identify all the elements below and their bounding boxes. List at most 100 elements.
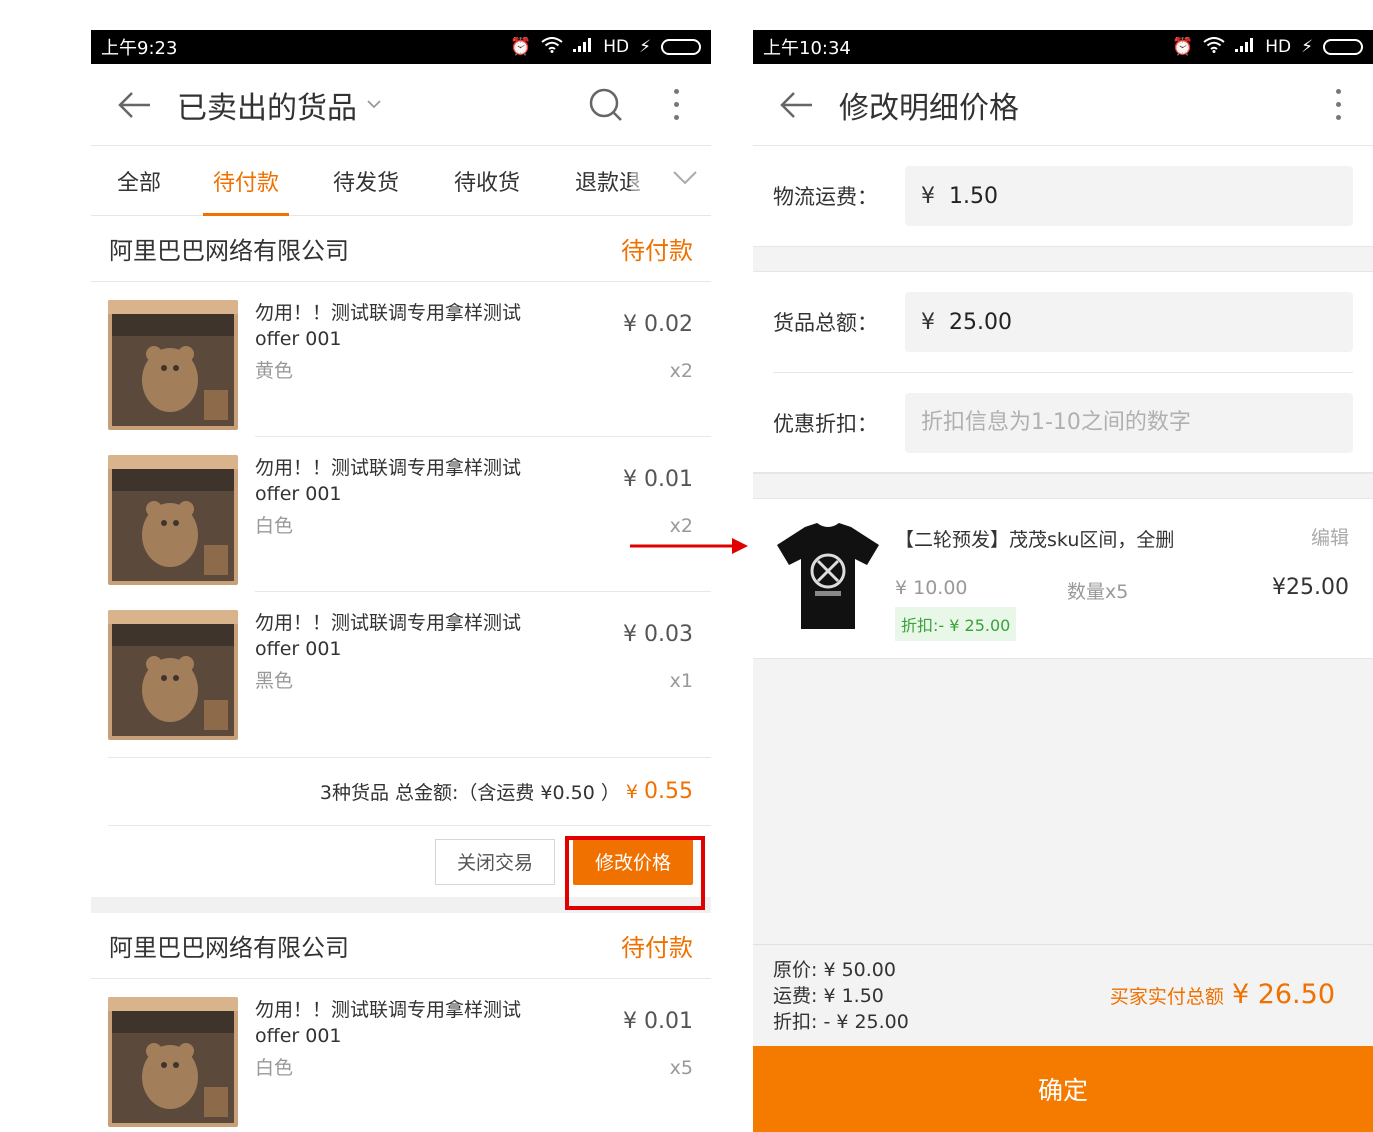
item-quantity: x2 bbox=[669, 515, 693, 537]
product-title: 【二轮预发】茂茂sku区间，全删 bbox=[895, 529, 1175, 551]
order-header: 阿里巴巴网络有限公司 待付款 bbox=[91, 216, 711, 282]
order-card: 阿里巴巴网络有限公司 待付款 勿用！！测试联调专用拿样测试offer 001 白… bbox=[91, 913, 711, 1132]
status-tabs: 全部 待付款 待发货 待收货 退款退 bbox=[91, 146, 711, 216]
back-arrow-icon[interactable] bbox=[753, 90, 839, 120]
edit-link[interactable]: 编辑 bbox=[1311, 523, 1349, 550]
item-name: 勿用！！测试联调专用拿样测试offer 001 bbox=[255, 612, 522, 660]
app-header: 修改明细价格 bbox=[753, 64, 1373, 146]
item-spec: 白色 bbox=[255, 1057, 294, 1079]
status-time: 上午9:23 bbox=[101, 38, 178, 59]
back-arrow-icon[interactable] bbox=[91, 90, 177, 120]
shipping-fee-label: 物流运费： bbox=[773, 185, 878, 209]
confirm-button[interactable]: 确定 bbox=[753, 1046, 1373, 1132]
product-row: 【二轮预发】茂茂sku区间，全删 编辑 ¥ 10.00 数量x5 ¥25.00 … bbox=[753, 499, 1373, 659]
item-name: 勿用！！测试联调专用拿样测试offer 001 bbox=[255, 999, 522, 1047]
goods-total-field[interactable]: ¥ bbox=[905, 292, 1353, 352]
product-thumbnail bbox=[108, 997, 238, 1127]
order-item[interactable]: 勿用！！测试联调专用拿样测试offer 001 黄色 ¥ 0.02 x2 bbox=[91, 282, 711, 437]
item-price: ¥ 0.02 bbox=[623, 312, 693, 337]
alarm-icon: ⏰ bbox=[510, 36, 532, 57]
modify-price-screen: 上午10:34 ⏰ HD ⚡ 修改明细价格 物流运费： ¥ 1.50 货品总额：… bbox=[753, 30, 1373, 1132]
product-quantity: 数量x5 bbox=[1067, 581, 1129, 603]
search-icon[interactable] bbox=[571, 87, 641, 123]
status-time: 上午10:34 bbox=[763, 38, 851, 59]
goods-total-input[interactable] bbox=[949, 309, 1337, 335]
currency-symbol: ¥ bbox=[921, 183, 935, 209]
tab-all[interactable]: 全部 bbox=[117, 146, 161, 216]
item-name: 勿用！！测试联调专用拿样测试offer 001 bbox=[255, 457, 522, 505]
item-spec: 黑色 bbox=[255, 670, 294, 692]
goods-total-row: 货品总额： ¥ 优惠折扣： bbox=[753, 272, 1373, 473]
order-status: 待付款 bbox=[621, 237, 693, 265]
wifi-icon bbox=[1203, 37, 1225, 57]
order-summary-text: 3种货品 总金额:（含运费 ¥0.50 ） bbox=[319, 782, 620, 804]
buyer-pay-label: 买家实付总额 bbox=[1109, 986, 1224, 1008]
buyer-pay-amount: ¥ 26.50 bbox=[1231, 979, 1335, 1010]
discount-label: 优惠折扣： bbox=[773, 411, 878, 436]
product-thumbnail bbox=[108, 610, 238, 740]
app-header: 已卖出的货品 bbox=[91, 64, 711, 146]
charging-icon: ⚡ bbox=[639, 36, 651, 57]
page-title: 修改明细价格 bbox=[839, 90, 1019, 126]
chevron-down-icon bbox=[367, 100, 381, 109]
item-price: ¥ 0.01 bbox=[623, 1009, 693, 1034]
summary-discount: 折扣: - ¥ 25.00 bbox=[773, 1011, 909, 1033]
modify-price-button[interactable]: 修改价格 bbox=[573, 838, 693, 885]
more-options-icon[interactable] bbox=[641, 89, 711, 120]
order-status: 待付款 bbox=[621, 934, 693, 962]
close-deal-button[interactable]: 关闭交易 bbox=[435, 838, 555, 885]
shipping-fee-input[interactable] bbox=[949, 183, 1337, 209]
seller-name[interactable]: 阿里巴巴网络有限公司 bbox=[109, 231, 349, 266]
tabs-expand-icon[interactable] bbox=[673, 170, 697, 189]
charging-icon: ⚡ bbox=[1301, 36, 1313, 57]
order-summary: 3种货品 总金额:（含运费 ¥0.50 ） ¥ 0.55 bbox=[108, 757, 711, 825]
product-unit-price: ¥ 10.00 bbox=[895, 577, 968, 599]
wifi-icon bbox=[541, 37, 563, 57]
order-item[interactable]: 勿用！！测试联调专用拿样测试offer 001 白色 ¥ 0.01 x5 bbox=[91, 979, 711, 1132]
discount-field[interactable] bbox=[905, 392, 1353, 453]
order-total-currency: ¥ bbox=[625, 781, 638, 803]
order-item[interactable]: 勿用！！测试联调专用拿样测试offer 001 白色 ¥ 0.01 x2 bbox=[91, 437, 711, 592]
discount-input[interactable] bbox=[921, 410, 1337, 435]
shipping-fee-field[interactable]: ¥ bbox=[905, 166, 1353, 226]
item-price: ¥ 0.01 bbox=[623, 467, 693, 492]
alarm-icon: ⏰ bbox=[1172, 36, 1194, 57]
tab-pending-payment[interactable]: 待付款 bbox=[202, 146, 290, 216]
order-item[interactable]: 勿用！！测试联调专用拿样测试offer 001 黑色 ¥ 0.03 x1 bbox=[91, 592, 711, 757]
battery-icon bbox=[661, 39, 701, 55]
tshirt-product-image bbox=[777, 523, 879, 629]
discount-badge: 折扣:- ¥ 25.00 bbox=[895, 607, 1017, 641]
order-total-amount: 0.55 bbox=[644, 779, 693, 804]
item-quantity: x5 bbox=[669, 1057, 693, 1079]
product-total: ¥25.00 bbox=[1272, 575, 1349, 600]
sold-goods-screen: 上午9:23 ⏰ HD ⚡ 已卖出的货品 全部 待付款 待发货 待收货 退款退 … bbox=[91, 30, 711, 1132]
more-options-icon[interactable] bbox=[1303, 89, 1373, 120]
goods-total-label: 货品总额： bbox=[773, 311, 878, 335]
shipping-fee-row: 物流运费： ¥ bbox=[753, 146, 1373, 246]
product-thumbnail bbox=[108, 455, 238, 585]
battery-icon bbox=[1323, 39, 1363, 55]
status-bar: 上午10:34 ⏰ HD ⚡ bbox=[753, 30, 1373, 64]
network-type: HD bbox=[603, 37, 630, 57]
item-price: ¥ 0.03 bbox=[623, 622, 693, 647]
signal-icon bbox=[1235, 38, 1255, 56]
order-divider bbox=[91, 897, 711, 913]
currency-symbol: ¥ bbox=[921, 309, 935, 335]
order-actions: 关闭交易 修改价格 bbox=[108, 825, 711, 897]
seller-name[interactable]: 阿里巴巴网络有限公司 bbox=[109, 928, 349, 963]
product-thumbnail bbox=[108, 300, 238, 430]
network-type: HD bbox=[1265, 37, 1292, 57]
price-summary: 原价: ¥ 50.00 运费: ¥ 1.50 折扣: - ¥ 25.00 买家实… bbox=[753, 944, 1373, 1048]
item-name: 勿用！！测试联调专用拿样测试offer 001 bbox=[255, 302, 522, 350]
order-header: 阿里巴巴网络有限公司 待付款 bbox=[91, 913, 711, 979]
item-spec: 白色 bbox=[255, 515, 294, 537]
tab-pending-receipt[interactable]: 待收货 bbox=[454, 146, 520, 216]
signal-icon bbox=[573, 38, 593, 56]
item-quantity: x1 bbox=[669, 670, 693, 692]
tab-pending-shipment[interactable]: 待发货 bbox=[333, 146, 399, 216]
title-dropdown[interactable]: 已卖出的货品 bbox=[177, 83, 571, 127]
page-title: 已卖出的货品 bbox=[177, 90, 357, 126]
item-quantity: x2 bbox=[669, 360, 693, 382]
status-bar: 上午9:23 ⏰ HD ⚡ bbox=[91, 30, 711, 64]
item-spec: 黄色 bbox=[255, 360, 294, 382]
